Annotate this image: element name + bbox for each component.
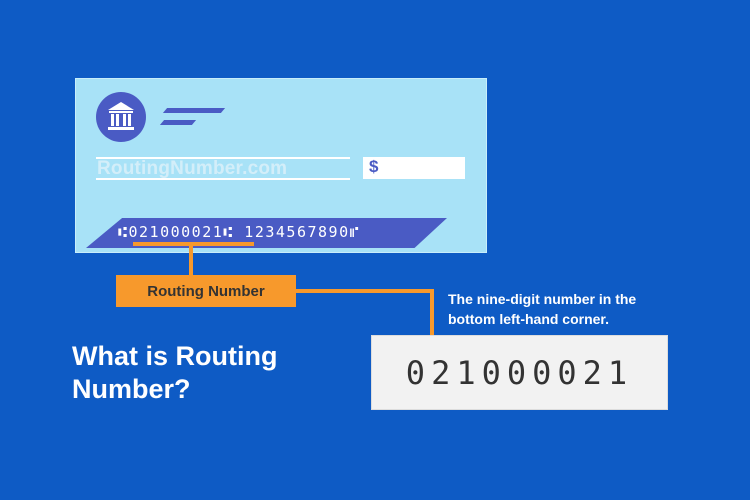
connector-line <box>296 289 434 293</box>
check-name-mark <box>159 120 197 125</box>
dollar-sign: $ <box>369 157 379 176</box>
payee-line <box>96 178 350 180</box>
routing-underline <box>133 242 254 246</box>
connector-line <box>189 246 193 276</box>
website-watermark: RoutingNumber.com <box>97 158 288 179</box>
amount-box: $ <box>363 157 465 179</box>
routing-number-label: Routing Number <box>116 275 296 307</box>
micr-line: ⑆021000021⑆ 1234567890⑈ <box>118 223 361 241</box>
description-text: The nine-digit number in the bottom left… <box>448 291 637 327</box>
page-title: What is Routing Number? <box>72 341 278 404</box>
routing-number-display: 021000021 <box>371 335 668 410</box>
bank-icon <box>96 92 146 142</box>
check-name-mark <box>162 108 226 113</box>
connector-line <box>430 289 434 336</box>
